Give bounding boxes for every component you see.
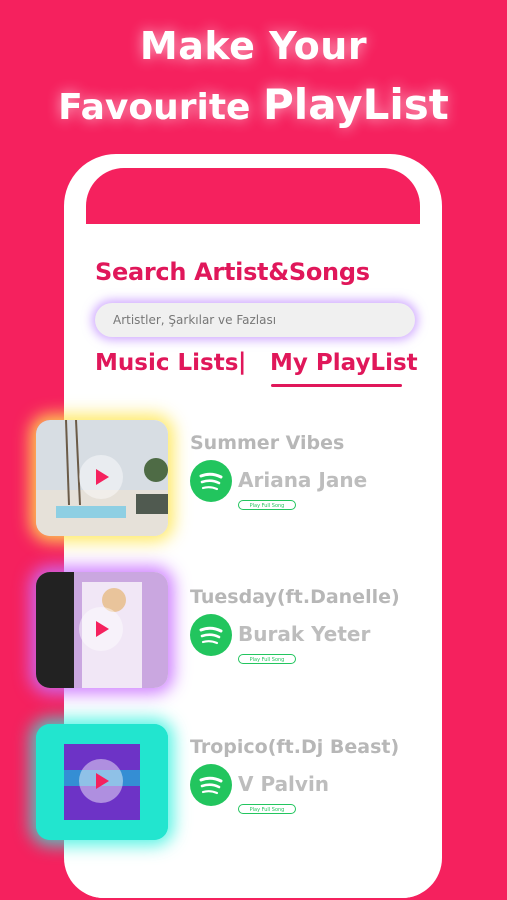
album-art[interactable] (36, 724, 168, 840)
tab-separator: | (238, 349, 247, 375)
spotify-icon[interactable] (190, 614, 232, 656)
play-button[interactable] (79, 607, 123, 651)
headline-line-1: Make Your (139, 24, 368, 68)
play-button[interactable] (79, 455, 123, 499)
play-full-song-button[interactable]: Play Full Song (238, 804, 296, 814)
spotify-icon[interactable] (190, 764, 232, 806)
song-title: Summer Vibes (190, 432, 345, 454)
headline-emphasis: PlayList (263, 80, 449, 129)
headline-prefix: Favourite (58, 87, 251, 128)
artist-name: Burak Yeter (238, 622, 371, 646)
play-full-song-button[interactable]: Play Full Song (238, 500, 296, 510)
search-title: Search Artist&Songs (95, 258, 370, 286)
album-art[interactable] (36, 572, 168, 688)
tab-active-indicator (271, 384, 402, 387)
tab-my-playlist[interactable]: My PlayList (270, 350, 418, 376)
list-item: Tropico(ft.Dj Beast) V Palvin Play Full … (0, 724, 507, 854)
play-icon (96, 469, 109, 485)
play-full-song-button[interactable]: Play Full Song (238, 654, 296, 664)
tab-music-lists[interactable]: Music Lists (95, 350, 238, 376)
list-item: Tuesday(ft.Danelle) Burak Yeter Play Ful… (0, 572, 507, 702)
artist-name: V Palvin (238, 772, 330, 796)
album-art[interactable] (36, 420, 168, 536)
search-input[interactable]: Artistler, Şarkılar ve Fazlası (95, 303, 415, 337)
play-button[interactable] (79, 759, 123, 803)
song-title: Tuesday(ft.Danelle) (190, 586, 400, 608)
headline-line-2: Favourite PlayList (0, 80, 507, 129)
list-item: Summer Vibes Ariana Jane Play Full Song (0, 420, 507, 550)
artist-name: Ariana Jane (238, 468, 368, 492)
song-title: Tropico(ft.Dj Beast) (190, 736, 400, 758)
play-icon (96, 773, 109, 789)
play-icon (96, 621, 109, 637)
spotify-icon[interactable] (190, 460, 232, 502)
